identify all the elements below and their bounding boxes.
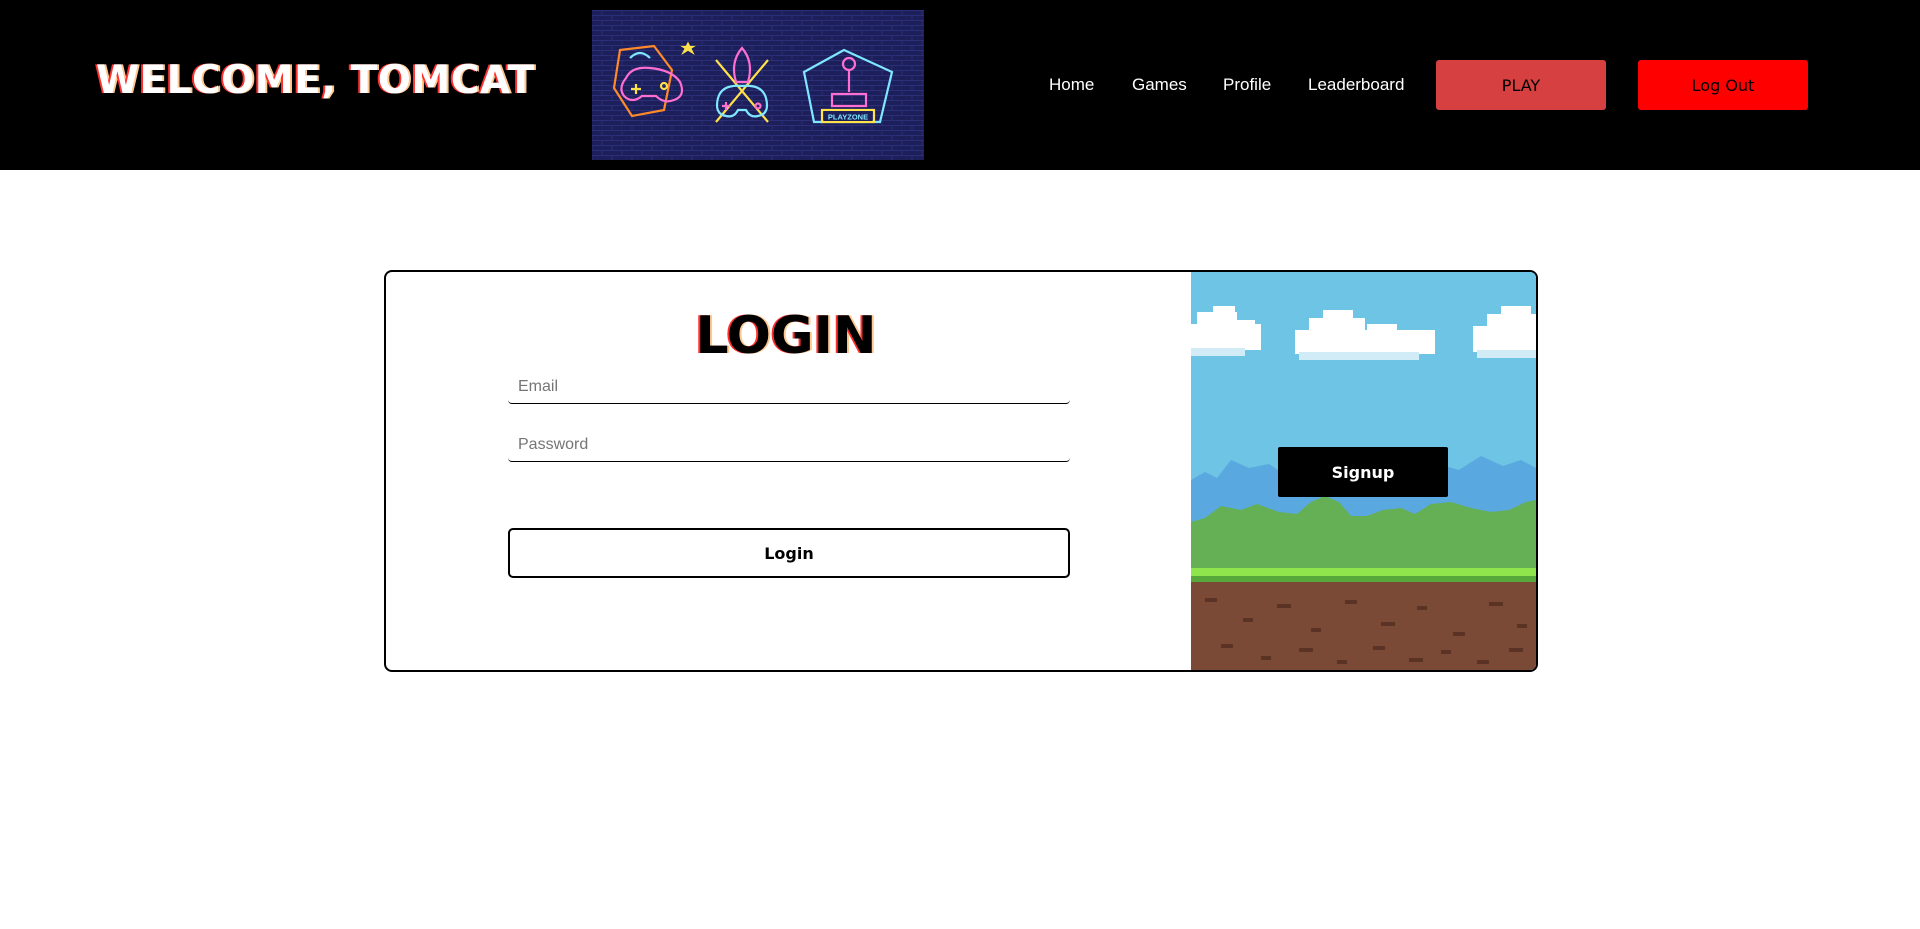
playzone-badge-text: PLAYZONE bbox=[828, 113, 868, 122]
pixel-landscape-panel: Signup bbox=[1191, 272, 1536, 670]
login-title: LOGIN bbox=[695, 306, 877, 366]
nav-profile[interactable]: Profile bbox=[1223, 75, 1271, 95]
logout-button[interactable]: Log Out bbox=[1638, 60, 1808, 110]
email-field[interactable] bbox=[508, 370, 1070, 404]
nav-leaderboard[interactable]: Leaderboard bbox=[1308, 75, 1404, 95]
playzone-neon-banner: PLAYZONE bbox=[592, 10, 924, 160]
login-submit-button[interactable]: Login bbox=[508, 528, 1070, 578]
nav-games[interactable]: Games bbox=[1132, 75, 1187, 95]
password-field[interactable] bbox=[508, 428, 1070, 462]
play-button[interactable]: PLAY bbox=[1436, 60, 1606, 110]
login-card: LOGIN Login bbox=[384, 270, 1538, 672]
nav-home[interactable]: Home bbox=[1049, 75, 1094, 95]
signup-button[interactable]: Signup bbox=[1278, 447, 1448, 497]
welcome-heading: WELCOME, TOMCAT bbox=[96, 58, 535, 103]
top-navigation-bar: WELCOME, TOMCAT PLAYZONE Home Games Prof… bbox=[0, 0, 1920, 170]
